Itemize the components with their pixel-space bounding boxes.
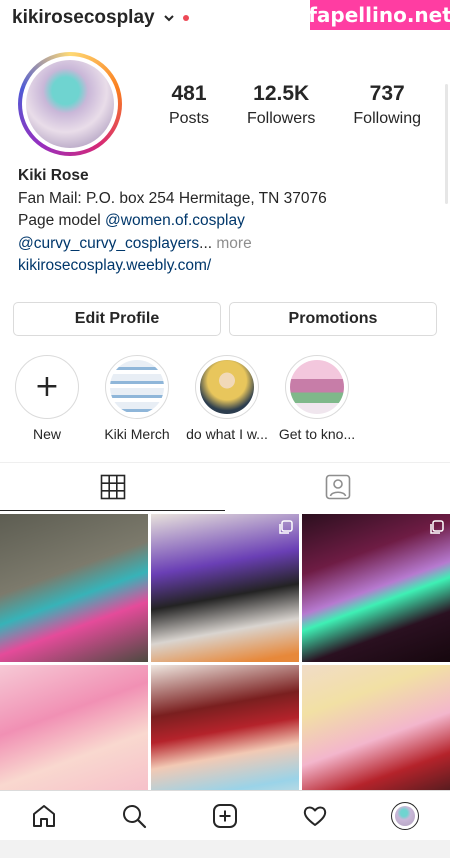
following-count: 737 bbox=[369, 82, 405, 105]
highlight-kiki-merch[interactable]: Kiki Merch bbox=[92, 355, 182, 442]
stat-followers[interactable]: 12.5K Followers bbox=[247, 82, 315, 128]
highlight-label: New bbox=[32, 426, 61, 442]
profile-avatar-image bbox=[395, 806, 415, 826]
profile-tabs bbox=[0, 462, 450, 511]
multiple-posts-icon bbox=[430, 520, 444, 534]
highlight-cover-image bbox=[110, 360, 164, 414]
highlight-cover bbox=[195, 355, 259, 419]
display-name: Kiki Rose bbox=[18, 167, 89, 184]
profile-avatar-story-ring[interactable] bbox=[18, 52, 122, 156]
account-switcher[interactable]: kikirosecosplay bbox=[12, 7, 189, 29]
bio-line-mail: Fan Mail: P.O. box 254 Hermitage, TN 370… bbox=[18, 189, 327, 207]
mention-link-curvy-cosplayers[interactable]: @curvy_curvy_cosplayers bbox=[18, 235, 199, 252]
followers-label: Followers bbox=[246, 110, 316, 127]
website-link[interactable]: kikirosecosplay.weebly.com/ bbox=[18, 255, 438, 278]
tab-tagged[interactable] bbox=[225, 463, 450, 511]
highlight-label: Kiki Merch bbox=[104, 426, 170, 442]
post-thumbnail[interactable] bbox=[302, 665, 450, 790]
watermark: fapellino.net bbox=[308, 0, 450, 30]
heart-icon[interactable] bbox=[302, 803, 328, 829]
notification-dot bbox=[182, 15, 189, 21]
stat-following[interactable]: 737 Following bbox=[353, 82, 421, 128]
post-thumbnail[interactable] bbox=[302, 514, 450, 662]
bio-line-model: Page model @women.of.cosplay bbox=[18, 210, 438, 233]
highlight-new-circle: + bbox=[15, 355, 79, 419]
scroll-indicator bbox=[445, 84, 448, 204]
highlight-label: Get to kno... bbox=[278, 426, 356, 442]
username: kikirosecosplay bbox=[12, 7, 155, 28]
posts-label: Posts bbox=[168, 110, 209, 127]
profile-bio: Kiki Rose Fan Mail: P.O. box 254 Hermita… bbox=[18, 165, 438, 278]
top-bar: kikirosecosplay fapellino.net bbox=[0, 0, 450, 36]
highlight-do-what-i-want[interactable]: do what I w... bbox=[182, 355, 272, 442]
profile-photo bbox=[26, 60, 114, 148]
tab-posts-grid[interactable] bbox=[0, 463, 225, 511]
bottom-navigation bbox=[0, 790, 450, 841]
posts-count: 481 bbox=[171, 82, 207, 105]
bio-more-link[interactable]: more bbox=[212, 235, 251, 252]
post-thumbnail[interactable] bbox=[0, 665, 148, 790]
bio-ellipsis: ... bbox=[199, 234, 213, 252]
add-post-icon[interactable] bbox=[212, 803, 238, 829]
highlight-cover bbox=[285, 355, 349, 419]
system-bar bbox=[0, 840, 450, 858]
followers-count: 12.5K bbox=[253, 82, 310, 105]
promotions-button[interactable]: Promotions bbox=[229, 302, 437, 336]
chevron-down-icon bbox=[163, 15, 174, 22]
post-thumbnail[interactable] bbox=[0, 514, 148, 662]
tagged-person-icon bbox=[325, 474, 350, 500]
edit-profile-button[interactable]: Edit Profile bbox=[13, 302, 221, 336]
mention-link-women-of-cosplay[interactable]: @women.of.cosplay bbox=[105, 212, 245, 229]
profile-avatar[interactable] bbox=[391, 802, 419, 830]
posts-grid bbox=[0, 514, 450, 790]
plus-icon: + bbox=[34, 369, 60, 404]
highlight-get-to-know[interactable]: Get to kno... bbox=[272, 355, 362, 442]
multiple-posts-icon bbox=[279, 520, 293, 534]
highlight-label: do what I w... bbox=[186, 426, 268, 442]
highlight-new[interactable]: + New bbox=[2, 355, 92, 442]
following-label: Following bbox=[353, 110, 421, 127]
highlight-cover bbox=[105, 355, 169, 419]
profile-stats: 481 Posts 12.5K Followers 737 Following bbox=[150, 82, 440, 128]
bio-line-mention: @curvy_curvy_cosplayers... more bbox=[18, 233, 438, 256]
bio-model-prefix: Page model bbox=[18, 212, 106, 229]
profile-actions: Edit Profile Promotions bbox=[13, 302, 437, 336]
post-thumbnail[interactable] bbox=[151, 665, 299, 790]
stat-posts[interactable]: 481 Posts bbox=[169, 82, 209, 128]
grid-icon bbox=[100, 474, 125, 499]
post-thumbnail[interactable] bbox=[151, 514, 299, 662]
home-icon[interactable] bbox=[31, 803, 57, 829]
search-icon[interactable] bbox=[121, 803, 147, 829]
highlight-cover-image bbox=[200, 360, 254, 414]
story-highlights: + New Kiki Merch do what I w... Get to k… bbox=[0, 355, 450, 450]
highlight-cover-image bbox=[290, 360, 344, 414]
